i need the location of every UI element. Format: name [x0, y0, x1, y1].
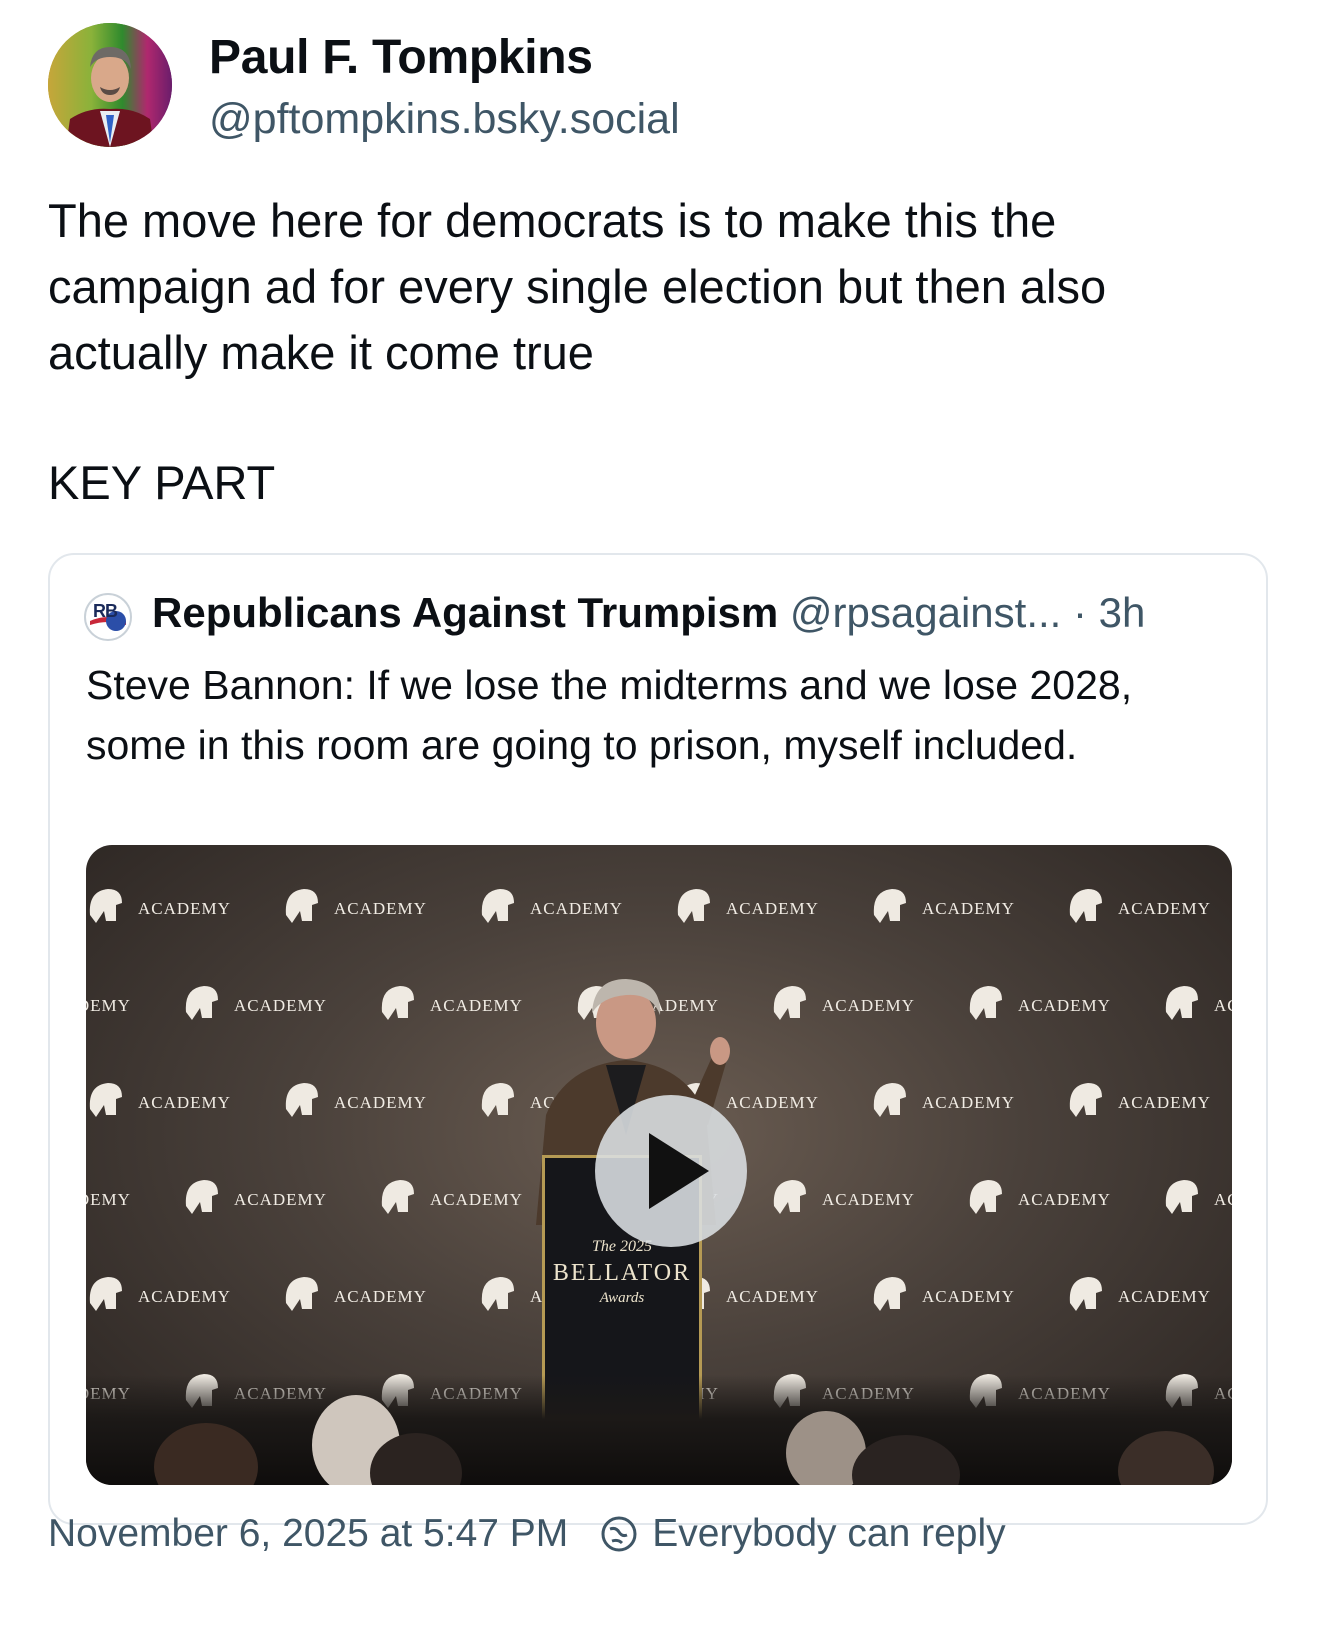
- helmet-logo-icon: [481, 1277, 514, 1311]
- quoted-post-time[interactable]: 3h: [1099, 589, 1146, 636]
- quoted-author-name[interactable]: Republicans Against Trumpism: [152, 589, 778, 636]
- author-handle[interactable]: @pftompkins.bsky.social: [209, 95, 680, 144]
- helmet-logo-icon: [1069, 1083, 1102, 1117]
- backdrop-academy-text: ACADEMY: [922, 1093, 1015, 1112]
- helmet-logo-icon: [89, 889, 122, 923]
- helmet-logo-icon: [677, 889, 710, 923]
- backdrop-academy-text: ACADEMY: [1018, 1190, 1111, 1209]
- backdrop-academy-text: ACADEMY: [234, 1190, 327, 1209]
- backdrop-academy-text: ACADEMY: [1214, 996, 1232, 1015]
- backdrop-academy-text: ACADEMY: [530, 899, 623, 918]
- helmet-logo-icon: [481, 889, 514, 923]
- helmet-logo-icon: [185, 986, 218, 1020]
- quoted-author-handle[interactable]: @rpsagainst...: [790, 589, 1061, 636]
- helmet-logo-icon: [89, 1083, 122, 1117]
- helmet-logo-icon: [381, 1180, 414, 1214]
- helmet-logo-icon: [1165, 986, 1198, 1020]
- post-footer: November 6, 2025 at 5:47 PM Everybody ca…: [48, 1512, 1006, 1556]
- helmet-logo-icon: [1069, 889, 1102, 923]
- backdrop-academy-text: ACADEMY: [1018, 996, 1111, 1015]
- audience-heads: [86, 1375, 1232, 1485]
- backdrop-academy-text: ACADEMY: [822, 996, 915, 1015]
- backdrop-academy-text: ACADEMY: [1118, 899, 1211, 918]
- helmet-logo-icon: [873, 1277, 906, 1311]
- author-name[interactable]: Paul F. Tompkins: [209, 30, 593, 85]
- helmet-logo-icon: [481, 1083, 514, 1117]
- backdrop-academy-text: ACADEMY: [138, 899, 231, 918]
- backdrop-academy-text: ACADEMY: [922, 1287, 1015, 1306]
- helmet-logo-icon: [873, 889, 906, 923]
- backdrop-academy-text: ACADEMY: [430, 996, 523, 1015]
- helmet-logo-icon: [1165, 1180, 1198, 1214]
- quoted-avatar-initials: RB: [93, 601, 118, 621]
- backdrop-academy-text: ACADEMY: [86, 1190, 131, 1209]
- backdrop-academy-text: ACADEMY: [1214, 1190, 1232, 1209]
- helmet-logo-icon: [969, 986, 1002, 1020]
- helmet-logo-icon: [381, 986, 414, 1020]
- quoted-post-card[interactable]: RB Republicans Against Trumpism @rpsagai…: [48, 553, 1268, 1525]
- author-avatar[interactable]: [48, 23, 172, 147]
- backdrop-academy-text: ACADEMY: [1118, 1093, 1211, 1112]
- podium-line-2: BELLATOR: [552, 1260, 692, 1286]
- backdrop-academy-text: ACADEMY: [138, 1093, 231, 1112]
- helmet-logo-icon: [185, 1180, 218, 1214]
- backdrop-academy-text: ACADEMY: [334, 1287, 427, 1306]
- helmet-logo-icon: [1069, 1277, 1102, 1311]
- quoted-post-text: Steve Bannon: If we lose the midterms an…: [86, 662, 1133, 768]
- helmet-logo-icon: [773, 986, 806, 1020]
- podium-line-3: Awards: [599, 1290, 645, 1306]
- author-portrait: [48, 23, 172, 147]
- reply-setting[interactable]: Everybody can reply: [652, 1512, 1005, 1556]
- backdrop-academy-text: ACADEMY: [1118, 1287, 1211, 1306]
- helmet-logo-icon: [285, 889, 318, 923]
- backdrop-academy-text: ACADEMY: [334, 1093, 427, 1112]
- play-icon: [649, 1133, 709, 1209]
- helmet-logo-icon: [89, 1277, 122, 1311]
- header-separator: ·: [1073, 589, 1087, 636]
- quoted-author-avatar[interactable]: RB: [84, 593, 132, 641]
- post-timestamp[interactable]: November 6, 2025 at 5:47 PM: [48, 1512, 568, 1556]
- backdrop-academy-text: ACADEMY: [86, 996, 131, 1015]
- backdrop-academy-text: ACADEMY: [430, 1190, 523, 1209]
- post-text-key-part: KEY PART: [48, 456, 276, 509]
- backdrop-academy-text: ACADEMY: [922, 899, 1015, 918]
- helmet-logo-icon: [969, 1180, 1002, 1214]
- helmet-logo-icon: [773, 1180, 806, 1214]
- helmet-logo-icon: [873, 1083, 906, 1117]
- post-text: The move here for democrats is to make t…: [48, 194, 1107, 379]
- backdrop-academy-text: ACADEMY: [726, 899, 819, 918]
- quoted-post-header: Republicans Against Trumpism @rpsagainst…: [152, 589, 1145, 637]
- backdrop-academy-text: ACADEMY: [822, 1190, 915, 1209]
- video-embed[interactable]: ACADEMY ACADEMY ACADEMY ACADEMY ACADEMY ACADE…: [86, 845, 1232, 1485]
- backdrop-academy-text: ACADEMY: [138, 1287, 231, 1306]
- backdrop-academy-text: ACADEMY: [334, 899, 427, 918]
- play-button[interactable]: [595, 1095, 747, 1247]
- helmet-logo-icon: [285, 1083, 318, 1117]
- globe-reply-icon: [601, 1516, 637, 1552]
- backdrop-academy-text: ACADEMY: [234, 996, 327, 1015]
- backdrop-academy-text: ACADEMY: [726, 1287, 819, 1306]
- helmet-logo-icon: [285, 1277, 318, 1311]
